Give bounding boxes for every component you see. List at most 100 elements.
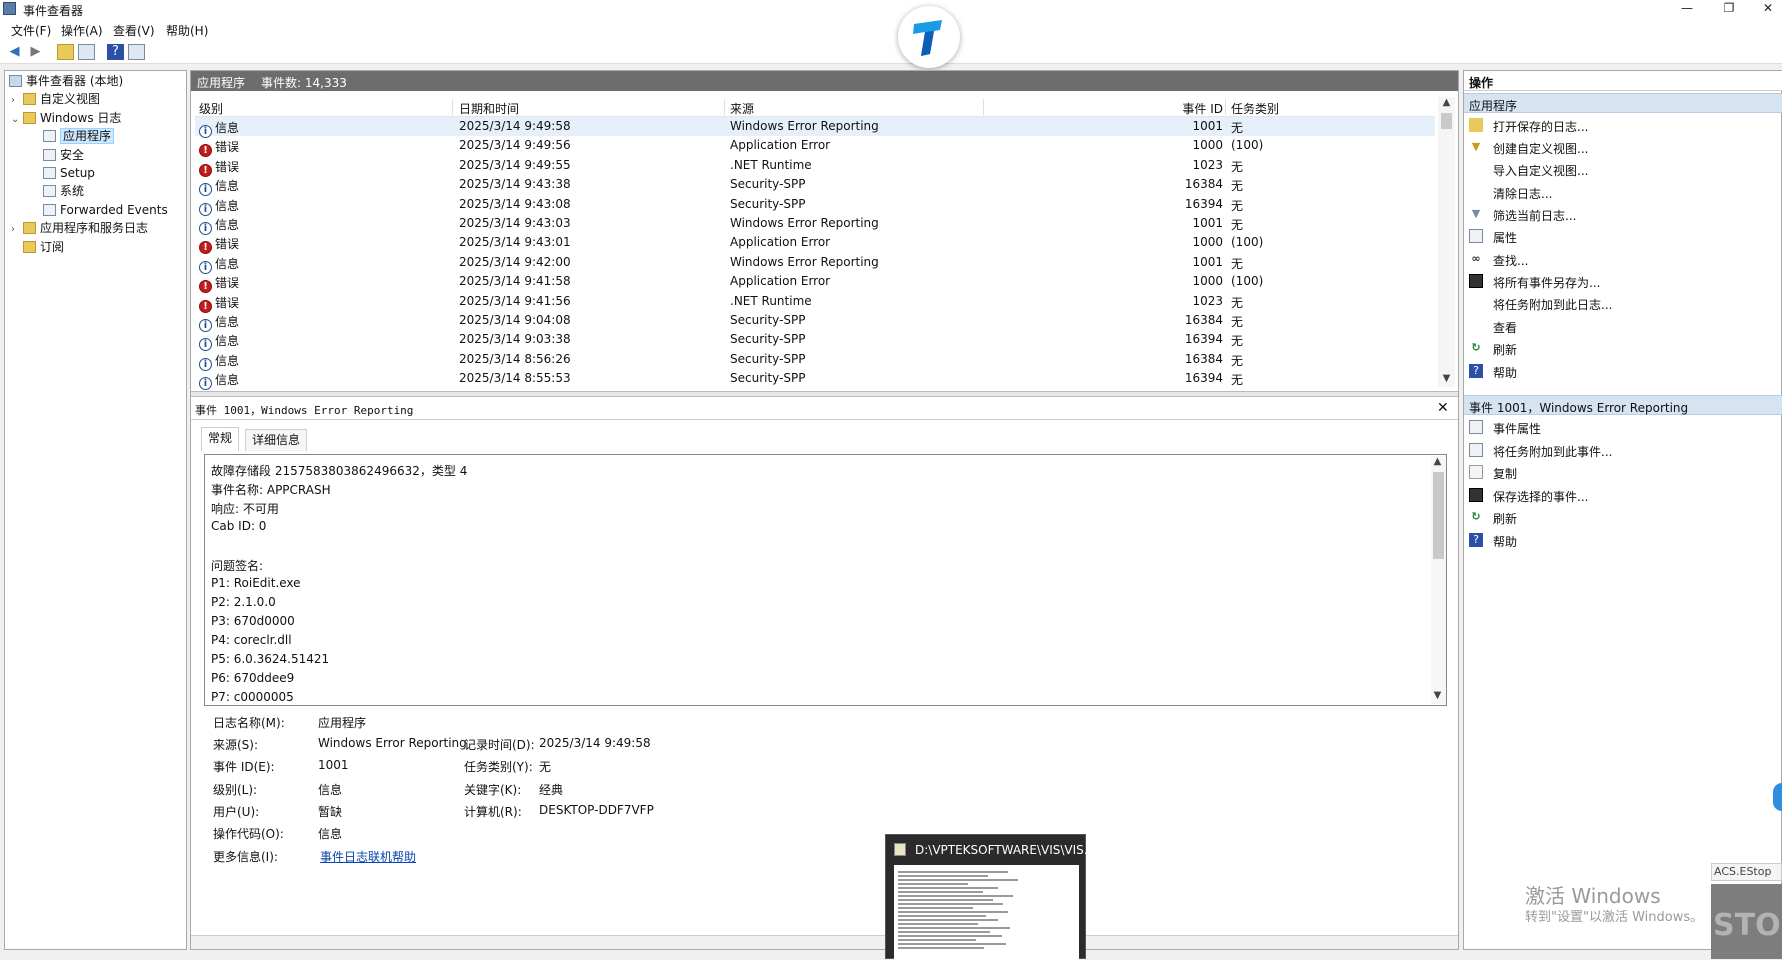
menu-file[interactable]: 文件(F) xyxy=(11,22,51,39)
tab-details[interactable]: 详细信息 xyxy=(245,429,308,451)
refresh-icon: ↻ xyxy=(1471,510,1481,523)
column-header-source[interactable]: 来源 xyxy=(730,100,754,117)
table-row[interactable]: i 信息 2025/3/14 9:04:08 Security-SPP 16384… xyxy=(195,311,1435,332)
tree-item-root[interactable]: 事件查看器 (本地) xyxy=(9,72,123,90)
log-icon xyxy=(43,167,56,179)
action-filter-current-log[interactable]: ▼ 筛选当前日志... xyxy=(1464,204,1782,224)
action-refresh[interactable]: ↻ 刷新 xyxy=(1464,338,1782,358)
action-help-event[interactable]: ? 帮助 xyxy=(1464,530,1782,550)
menu-bar: 文件(F) 操作(A) 查看(V) 帮助(H) xyxy=(0,18,1782,40)
folder-up-icon[interactable] xyxy=(57,44,74,60)
action-event-properties[interactable]: 事件属性 xyxy=(1464,417,1782,437)
column-separator[interactable] xyxy=(724,99,725,115)
action-refresh-event[interactable]: ↻ 刷新 xyxy=(1464,507,1782,527)
action-save-all-events[interactable]: 将所有事件另存为... xyxy=(1464,271,1782,291)
table-row[interactable]: i 信息 2025/3/14 9:49:58 Windows Error Repo… xyxy=(195,117,1435,138)
scroll-up-arrow-icon[interactable]: ▲ xyxy=(1430,456,1445,467)
tree-item-system[interactable]: 系统 xyxy=(43,182,84,200)
actions-section-application[interactable]: 应用程序 xyxy=(1464,93,1782,113)
scroll-down-arrow-icon[interactable]: ▼ xyxy=(1438,373,1455,384)
action-properties[interactable]: 属性 xyxy=(1464,226,1782,246)
table-row[interactable]: i 信息 2025/3/14 9:42:00 Windows Error Repo… xyxy=(195,253,1435,274)
menu-action[interactable]: 操作(A) xyxy=(61,22,103,39)
menu-view[interactable]: 查看(V) xyxy=(113,22,155,39)
tree-item-windows-logs[interactable]: ⌄ Windows 日志 xyxy=(11,109,121,127)
estop-button[interactable]: STOP xyxy=(1711,884,1782,959)
taskbar-thumbnail-preview[interactable]: D:\VPTEKSOFTWARE\VIS\VIS... xyxy=(885,834,1095,960)
tree-item-custom-views[interactable]: › 自定义视图 xyxy=(11,90,100,108)
table-row[interactable]: i 信息 2025/3/14 9:03:38 Security-SPP 16394… xyxy=(195,330,1435,352)
table-row[interactable]: ! 错误 2025/3/14 9:41:58 Application Error … xyxy=(195,272,1435,294)
action-attach-task-to-log[interactable]: 将任务附加到此日志... xyxy=(1464,293,1782,313)
column-separator[interactable] xyxy=(1225,99,1226,115)
tree-item-app-service-logs[interactable]: › 应用程序和服务日志 xyxy=(11,219,148,237)
column-header-level[interactable]: 级别 xyxy=(199,100,223,117)
menu-help[interactable]: 帮助(H) xyxy=(166,22,208,39)
show-hide-action-pane-icon[interactable] xyxy=(128,44,145,60)
action-view[interactable]: 查看 xyxy=(1464,316,1782,336)
chevron-down-icon[interactable]: ⌄ xyxy=(11,111,23,129)
actions-section-event[interactable]: 事件 1001，Windows Error Reporting xyxy=(1464,395,1782,415)
table-row[interactable]: i 信息 2025/3/14 8:55:53 Security-SPP 16394… xyxy=(195,369,1435,391)
tree-item-subscriptions[interactable]: 订阅 xyxy=(23,238,64,256)
close-icon[interactable]: ✕ xyxy=(1437,400,1449,416)
log-icon xyxy=(43,130,56,142)
action-attach-task-to-event[interactable]: 将任务附加到此事件... xyxy=(1464,440,1782,460)
prop-value-keywords: 经典 xyxy=(539,783,564,797)
table-row[interactable]: ! 错误 2025/3/14 9:49:55 .NET Runtime 1023 … xyxy=(195,156,1435,177)
help-icon[interactable]: ? xyxy=(107,44,124,60)
back-arrow-icon[interactable]: ◀ xyxy=(6,44,23,60)
tree-item-application[interactable]: 应用程序 xyxy=(43,127,115,145)
show-hide-tree-icon[interactable] xyxy=(78,44,95,60)
event-log-online-help-link[interactable]: 事件日志联机帮助 xyxy=(320,848,416,865)
tree-item-setup[interactable]: Setup xyxy=(43,164,95,182)
prop-value-event-id: 1001 xyxy=(318,758,349,772)
chevron-right-icon[interactable]: › xyxy=(11,221,23,239)
description-scrollbar[interactable]: ▲ ▼ xyxy=(1431,456,1446,704)
prop-label-opcode: 操作代码(O): xyxy=(213,827,284,841)
table-row[interactable]: i 信息 2025/3/14 9:43:08 Security-SPP 16394… xyxy=(195,195,1435,216)
event-description-box[interactable]: 故障存储段 2157583803862496632，类型 4 事件名称: APP… xyxy=(204,454,1447,706)
tab-general[interactable]: 常规 xyxy=(201,427,240,451)
log-icon xyxy=(43,149,56,161)
floating-app-logo[interactable] xyxy=(898,6,960,68)
forward-arrow-icon[interactable]: ▶ xyxy=(27,44,44,60)
prop-label-logged: 记录时间(D): xyxy=(464,738,535,752)
column-separator[interactable] xyxy=(452,99,453,115)
scrollbar-thumb[interactable] xyxy=(1433,472,1444,559)
column-header-event-id[interactable]: 事件 ID xyxy=(1175,100,1223,117)
table-row[interactable]: i 信息 2025/3/14 9:43:38 Security-SPP 16384… xyxy=(195,175,1435,197)
prop-label-user: 用户(U): xyxy=(213,805,260,819)
table-row[interactable]: i 信息 2025/3/14 8:56:26 Security-SPP 16384… xyxy=(195,350,1435,371)
save-icon xyxy=(1469,488,1483,502)
action-create-custom-view[interactable]: ▼ 创建自定义视图... xyxy=(1464,137,1782,157)
minimize-button[interactable]: — xyxy=(1664,0,1710,18)
table-row[interactable]: i 信息 2025/3/14 9:43:03 Windows Error Repo… xyxy=(195,214,1435,235)
action-help[interactable]: ? 帮助 xyxy=(1464,361,1782,381)
action-copy[interactable]: 复制 xyxy=(1464,462,1782,482)
tree-item-security[interactable]: 安全 xyxy=(43,146,84,164)
side-edge-button[interactable] xyxy=(1773,783,1782,811)
chevron-right-icon[interactable]: › xyxy=(11,92,23,110)
column-separator[interactable] xyxy=(983,99,984,115)
table-row[interactable]: ! 错误 2025/3/14 9:43:01 Application Error … xyxy=(195,233,1435,255)
table-row[interactable]: ! 错误 2025/3/14 9:49:56 Application Error … xyxy=(195,136,1435,158)
scrollbar-thumb[interactable] xyxy=(1441,113,1452,129)
event-detail-title: 事件 1001，Windows Error Reporting xyxy=(195,404,414,417)
scroll-up-arrow-icon[interactable]: ▲ xyxy=(1438,97,1455,108)
action-clear-log[interactable]: 清除日志... xyxy=(1464,182,1782,202)
event-list-scrollbar[interactable]: ▲ ▼ xyxy=(1438,97,1455,387)
tree-item-forwarded-events[interactable]: Forwarded Events xyxy=(43,201,168,219)
info-icon: i xyxy=(199,377,212,391)
action-open-saved-log[interactable]: 打开保存的日志... xyxy=(1464,115,1782,135)
column-header-date[interactable]: 日期和时间 xyxy=(459,100,519,117)
action-save-selected-events[interactable]: 保存选择的事件... xyxy=(1464,485,1782,505)
close-button[interactable]: ✕ xyxy=(1745,0,1782,18)
table-row[interactable]: ! 错误 2025/3/14 9:41:56 .NET Runtime 1023 … xyxy=(195,292,1435,313)
pane-splitter[interactable] xyxy=(191,391,1458,397)
center-pane: 应用程序 事件数: 14,333 级别 日期和时间 来源 事件 ID 任务类别 … xyxy=(190,70,1459,950)
scroll-down-arrow-icon[interactable]: ▼ xyxy=(1430,690,1445,701)
action-import-custom-view[interactable]: 导入自定义视图... xyxy=(1464,159,1782,179)
action-find[interactable]: ∞ 查找... xyxy=(1464,249,1782,269)
column-header-task[interactable]: 任务类别 xyxy=(1231,100,1279,117)
